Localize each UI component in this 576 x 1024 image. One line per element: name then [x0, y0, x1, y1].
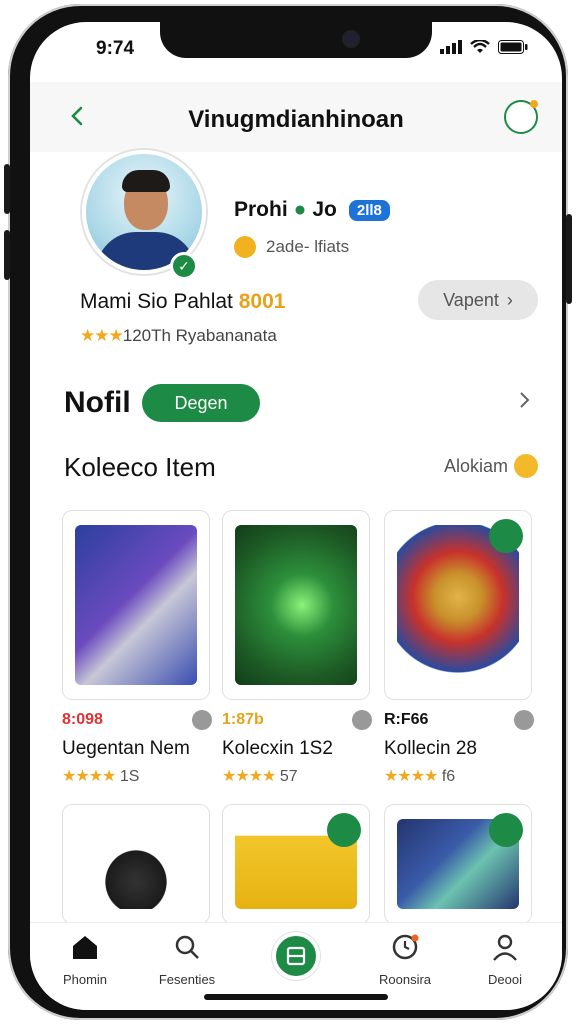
notch	[160, 22, 432, 58]
item-card[interactable]	[62, 510, 210, 700]
item-name: Uegentan Nem	[62, 738, 190, 759]
collection-link-text: Alokiam	[443, 455, 508, 476]
center-action-button[interactable]	[272, 932, 320, 980]
status-time: 9:74	[96, 38, 135, 59]
member-points: 8001	[238, 290, 286, 313]
member-label: Mami Sio Pahlat	[80, 290, 233, 313]
item-price: 8:098	[62, 710, 212, 730]
rating-stars: ★★★	[80, 326, 124, 345]
item-card[interactable]	[62, 804, 210, 924]
status-icons	[440, 40, 528, 54]
item-card[interactable]	[222, 510, 370, 700]
item-stars: ★★★★	[222, 768, 276, 785]
item-info: 1:87b Kolecxin 1S2 ★★★★ 57	[222, 710, 372, 786]
item-rating: ★★★★ 57	[222, 766, 372, 786]
wifi-icon	[470, 40, 490, 53]
headphones-image	[75, 819, 197, 909]
view-profile-label: Vapent	[443, 289, 499, 310]
section-pill-button[interactable]: Degen	[142, 384, 260, 422]
volume-up-button	[4, 164, 10, 214]
item-rating: ★★★★ f6	[384, 766, 534, 786]
home-icon	[73, 936, 97, 959]
verified-check-icon: ✓	[170, 252, 198, 280]
emoji-icon	[514, 454, 538, 478]
home-indicator	[204, 994, 388, 1000]
sneaker-box-image	[75, 525, 197, 685]
phone-frame: 9:74 Vinugmdianhinoan ✓ Prohi ● Jo 2ll8 …	[4, 4, 572, 1020]
item-rating-count: 57	[279, 768, 298, 785]
clock-icon	[392, 934, 419, 960]
tab-label: Deooi	[488, 972, 522, 987]
item-stars: ★★★★	[384, 768, 438, 785]
profile-name: Prohi ● Jo 2ll8	[234, 198, 390, 222]
online-dot-icon: ●	[293, 198, 307, 221]
item-price-text: 8:098	[62, 711, 103, 728]
profile-name-text: Prohi	[234, 198, 288, 221]
tab-label: Fesenties	[158, 972, 216, 987]
member-info: Mami Sio Pahlat 8001	[80, 290, 285, 314]
profile-name-suffix: Jo	[312, 198, 337, 221]
notification-dot	[530, 100, 538, 108]
medal-icon	[234, 236, 256, 258]
profile-subtitle: 2ade- lfiats	[234, 236, 349, 258]
collection-see-all-link[interactable]: Alokiam	[444, 454, 538, 478]
item-name: Kollecin 28	[384, 738, 477, 759]
camera	[344, 32, 358, 46]
item-card[interactable]	[384, 804, 532, 924]
avatar-hair	[122, 170, 170, 192]
profile-rating: ★★★120Th Ryabananata	[80, 326, 277, 346]
tab-label: Roonsira	[378, 972, 432, 987]
item-rating-count: 1S	[119, 768, 140, 785]
collect-badge-icon	[489, 519, 523, 553]
item-rating: ★★★★ 1S	[62, 766, 212, 786]
rating-text: 120Th Ryabananata	[122, 326, 277, 345]
item-price-text: 1:87b	[222, 711, 264, 728]
signal-icon	[440, 40, 462, 54]
coin-icon	[192, 710, 212, 730]
tab-profile[interactable]: Deooi	[460, 933, 550, 987]
item-info: R:F66 Kollecin 28 ★★★★ f6	[384, 710, 534, 786]
tab-notifications[interactable]: Roonsira	[360, 933, 450, 987]
power-button	[566, 214, 572, 304]
tab-label: Phomin	[62, 972, 108, 987]
page-title: Vinugmdianhinoan	[188, 106, 404, 133]
coin-icon	[514, 710, 534, 730]
section-title: Nofil	[64, 386, 131, 419]
chevron-right-icon: ›	[506, 289, 513, 310]
item-price-text: R:F66	[384, 711, 429, 728]
collection-title: Koleeco Item	[64, 452, 216, 482]
notification-icon[interactable]	[504, 100, 538, 134]
collect-badge-icon	[327, 813, 361, 847]
item-price: R:F66	[384, 710, 534, 730]
tab-search[interactable]: Fesenties	[142, 933, 232, 987]
app-header: Vinugmdianhinoan	[30, 82, 562, 152]
view-profile-button[interactable]: Vapent ›	[418, 280, 538, 320]
tab-home[interactable]: Phomin	[40, 933, 130, 987]
profile-subtitle-text: 2ade- lfiats	[266, 237, 350, 256]
level-badge: 2ll8	[348, 199, 390, 221]
user-icon	[493, 934, 517, 961]
item-price: 1:87b	[222, 710, 372, 730]
item-info: 8:098 Uegentan Nem ★★★★ 1S	[62, 710, 212, 786]
search-icon	[175, 935, 199, 959]
battery-icon	[498, 40, 528, 54]
game-box-image	[235, 525, 357, 685]
item-card[interactable]	[384, 510, 532, 700]
collect-badge-icon	[489, 813, 523, 847]
volume-down-button	[4, 230, 10, 280]
item-stars: ★★★★	[62, 768, 116, 785]
coin-icon	[352, 710, 372, 730]
screen: 9:74 Vinugmdianhinoan ✓ Prohi ● Jo 2ll8 …	[30, 22, 562, 1010]
grid-icon	[286, 946, 306, 966]
chevron-right-icon[interactable]	[514, 390, 534, 410]
item-card[interactable]	[222, 804, 370, 924]
item-rating-count: f6	[441, 768, 456, 785]
item-name: Kolecxin 1S2	[222, 738, 333, 759]
